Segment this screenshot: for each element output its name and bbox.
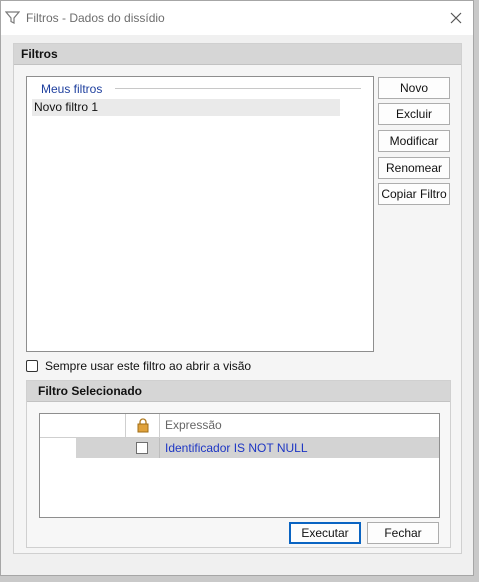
lock-icon: [137, 418, 148, 433]
always-use-filter-label: Sempre usar este filtro ao abrir a visão: [45, 359, 252, 373]
expression-grid: Expressão Identificador IS NOT NULL: [39, 413, 440, 518]
new-filter-button[interactable]: Novo: [378, 77, 450, 99]
close-icon: [450, 12, 462, 24]
expression-column-header[interactable]: Expressão: [165, 414, 222, 437]
close-window-button[interactable]: [443, 5, 469, 31]
my-filters-list[interactable]: Meus filtros Novo filtro 1: [26, 76, 374, 352]
selected-filter-panel: Filtro Selecionado Expressão Identificad…: [26, 380, 451, 548]
row-lock-checkbox[interactable]: [136, 442, 148, 454]
row-expression[interactable]: Identificador IS NOT NULL: [165, 438, 308, 458]
funnel-icon: [4, 10, 21, 25]
group-divider: [115, 88, 361, 89]
always-use-filter-option[interactable]: Sempre usar este filtro ao abrir a visão: [26, 358, 251, 374]
table-row[interactable]: Identificador IS NOT NULL: [76, 438, 439, 458]
window-title: Filtros - Dados do dissídio: [26, 11, 165, 25]
grid-header: Expressão: [40, 414, 439, 438]
always-use-filter-checkbox[interactable]: [26, 360, 38, 372]
selected-filter-header: Filtro Selecionado: [27, 381, 450, 402]
column-divider: [159, 438, 160, 458]
copy-filter-button[interactable]: Copiar Filtro: [378, 183, 450, 205]
title-bar: Filtros - Dados do dissídio: [1, 1, 473, 35]
filters-panel-header: Filtros: [14, 44, 461, 65]
modify-filter-button[interactable]: Modificar: [378, 130, 450, 152]
grid-header-blank: [40, 414, 126, 437]
filters-panel: Filtros Meus filtros Novo filtro 1 Novo …: [13, 43, 462, 554]
lock-column-header[interactable]: [126, 414, 160, 437]
list-item[interactable]: Novo filtro 1: [32, 99, 340, 116]
filters-dialog: Filtros - Dados do dissídio Filtros Meus…: [0, 0, 474, 576]
close-button[interactable]: Fechar: [367, 522, 439, 544]
rename-filter-button[interactable]: Renomear: [378, 157, 450, 179]
execute-button[interactable]: Executar: [289, 522, 361, 544]
my-filters-group-title: Meus filtros: [39, 82, 105, 96]
delete-filter-button[interactable]: Excluir: [378, 103, 450, 125]
